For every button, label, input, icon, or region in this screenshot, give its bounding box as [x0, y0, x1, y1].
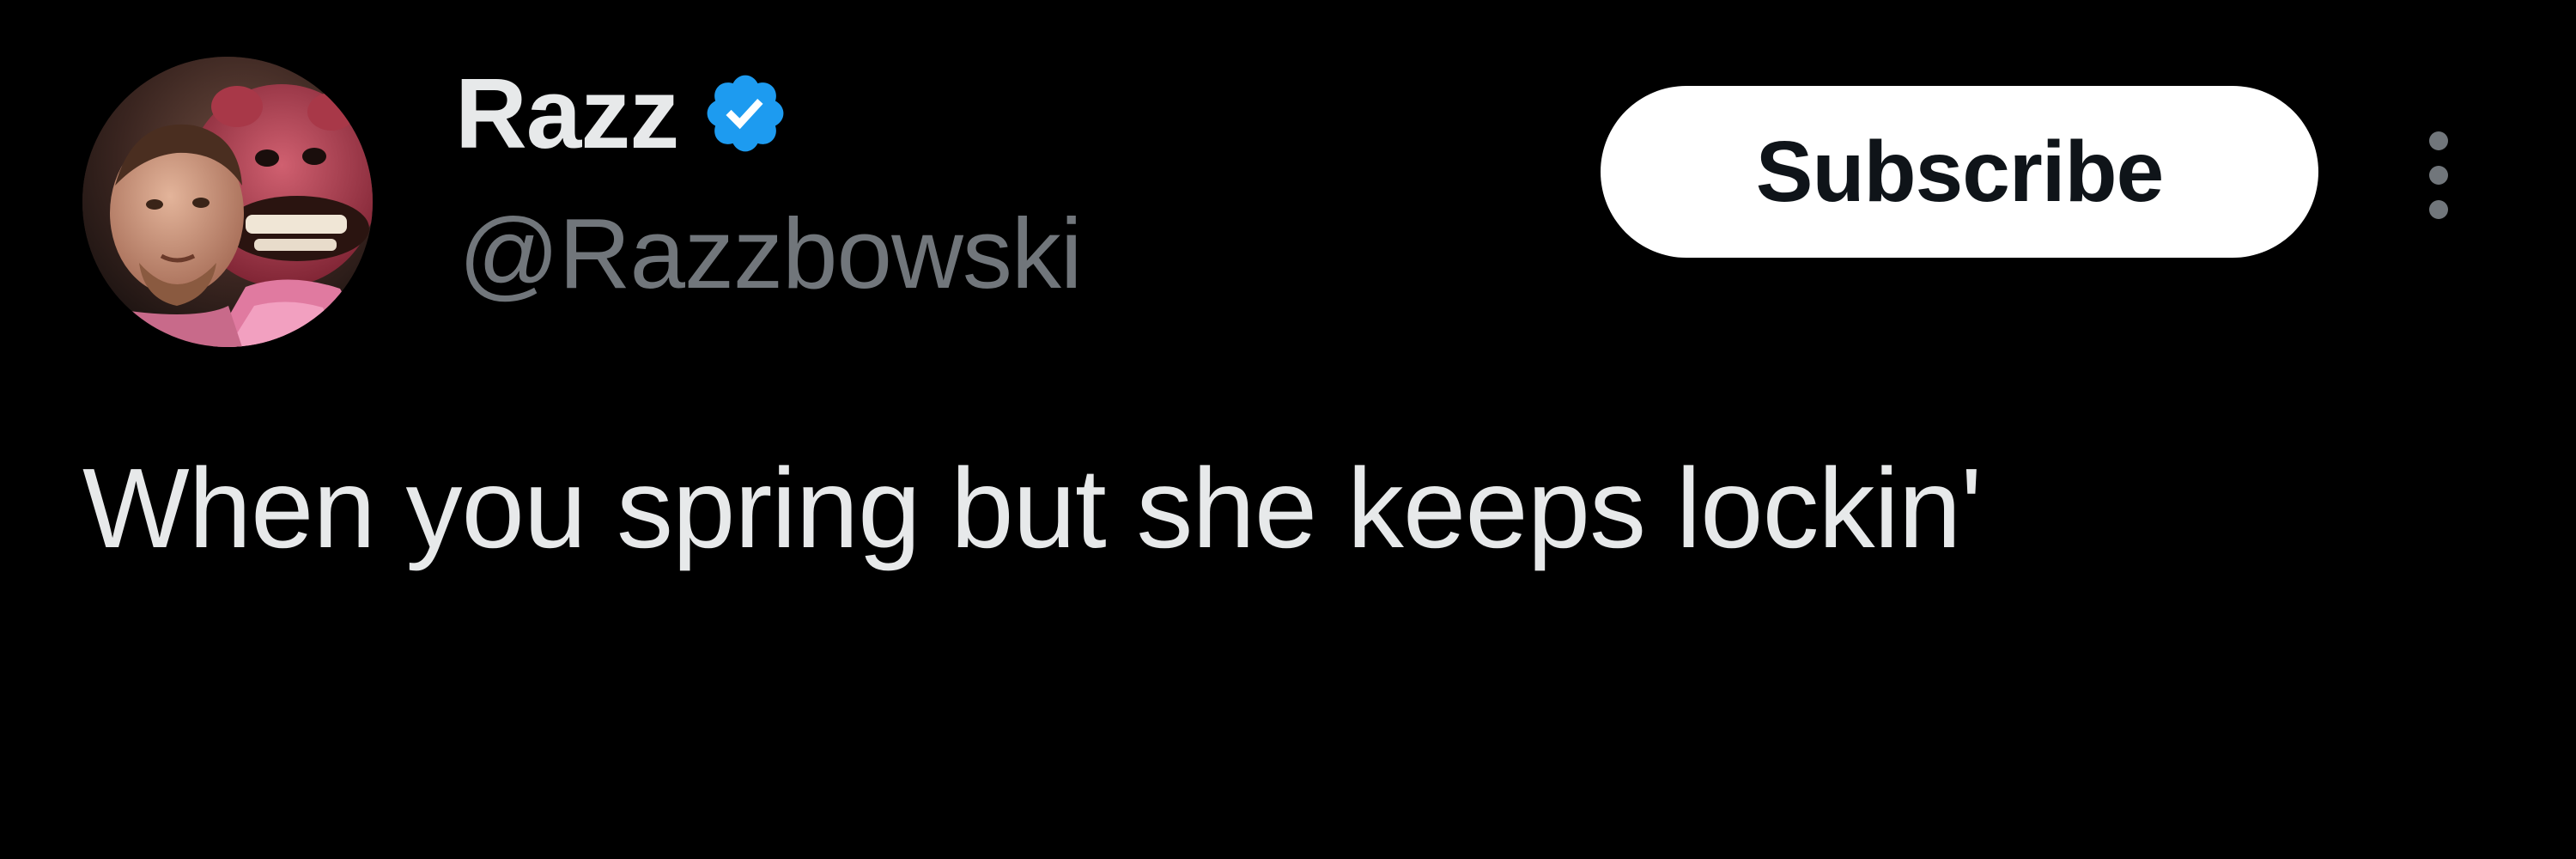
- display-name[interactable]: Razz: [455, 64, 679, 163]
- avatar[interactable]: [82, 57, 373, 347]
- profile-photo-avatar-icon: [82, 57, 373, 347]
- subscribe-button[interactable]: Subscribe: [1601, 86, 2318, 258]
- verified-badge-icon[interactable]: [701, 69, 790, 158]
- tweet-card: Razz @Razzbowski Subscribe When you spri…: [0, 0, 2576, 859]
- more-options-icon[interactable]: [2404, 124, 2473, 227]
- author-handle[interactable]: @Razzbowski: [459, 198, 1083, 309]
- author-name-row[interactable]: Razz: [455, 53, 790, 174]
- tweet-text: When you spring but she keeps lockin': [82, 445, 1982, 571]
